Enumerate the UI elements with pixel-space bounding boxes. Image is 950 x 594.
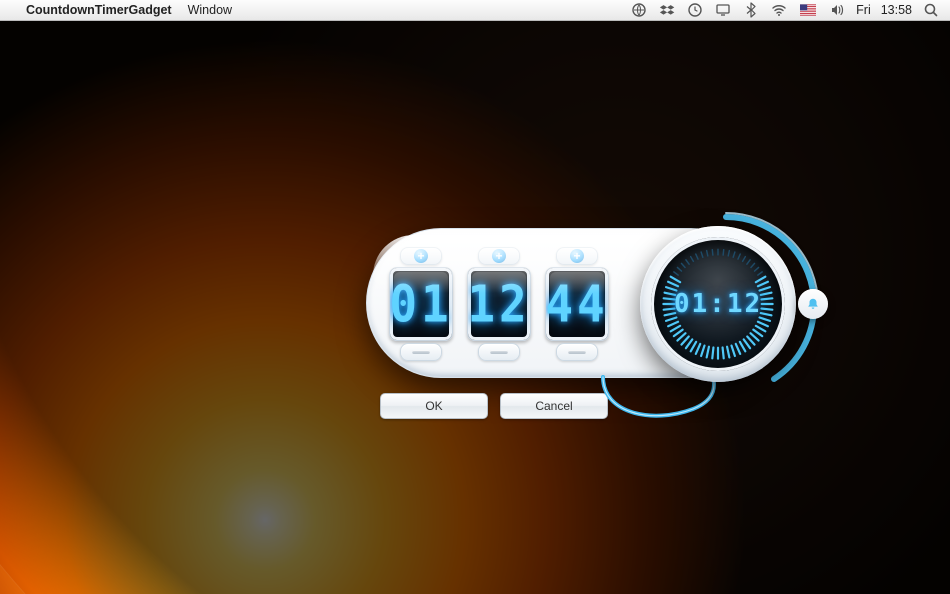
seconds-display: 44 — [545, 267, 609, 341]
dial-face: 01:12 — [651, 237, 785, 371]
cancel-button[interactable]: Cancel — [500, 393, 608, 419]
menubar-clock-time[interactable]: 13:58 — [881, 3, 912, 17]
dial-time-display: 01:12 — [674, 291, 762, 317]
minutes-stepper: 12 — [467, 247, 531, 361]
minutes-decrement-button[interactable] — [478, 343, 520, 361]
minutes-display: 12 — [467, 267, 531, 341]
dialog-button-row: OK Cancel — [380, 393, 608, 419]
menubar-flag-icon[interactable] — [798, 2, 818, 18]
seconds-stepper: 44 — [545, 247, 609, 361]
menubar-dropbox-icon[interactable] — [658, 2, 676, 18]
seconds-value: 44 — [545, 274, 608, 333]
hours-display: 01 — [389, 267, 453, 341]
hours-decrement-button[interactable] — [400, 343, 442, 361]
macos-menu-bar: CountdownTimerGadget Window Fri 13:58 — [0, 0, 950, 21]
bell-icon — [806, 297, 820, 311]
menubar-clock-day[interactable]: Fri — [856, 3, 871, 17]
seconds-increment-button[interactable] — [556, 247, 598, 265]
hours-value: 01 — [389, 274, 452, 333]
hours-stepper: 01 — [389, 247, 453, 361]
minutes-value: 12 — [467, 274, 530, 333]
countdown-timer-gadget: 01 12 44 — [366, 223, 866, 453]
menubar-volume-icon[interactable] — [828, 2, 846, 18]
app-name[interactable]: CountdownTimerGadget — [26, 3, 172, 17]
menubar-display-icon[interactable] — [714, 2, 732, 18]
menubar-bluetooth-icon[interactable] — [742, 2, 760, 18]
menubar-wifi-icon[interactable] — [770, 2, 788, 18]
seconds-decrement-button[interactable] — [556, 343, 598, 361]
spotlight-icon[interactable] — [922, 2, 940, 18]
alarm-bell-button[interactable] — [798, 289, 828, 319]
hours-increment-button[interactable] — [400, 247, 442, 265]
menubar-timemachine-icon[interactable] — [686, 2, 704, 18]
minutes-increment-button[interactable] — [478, 247, 520, 265]
menu-window[interactable]: Window — [188, 3, 232, 17]
menubar-tool1-icon[interactable] — [630, 2, 648, 18]
ok-button[interactable]: OK — [380, 393, 488, 419]
timer-dial[interactable]: 01:12 — [640, 226, 796, 382]
